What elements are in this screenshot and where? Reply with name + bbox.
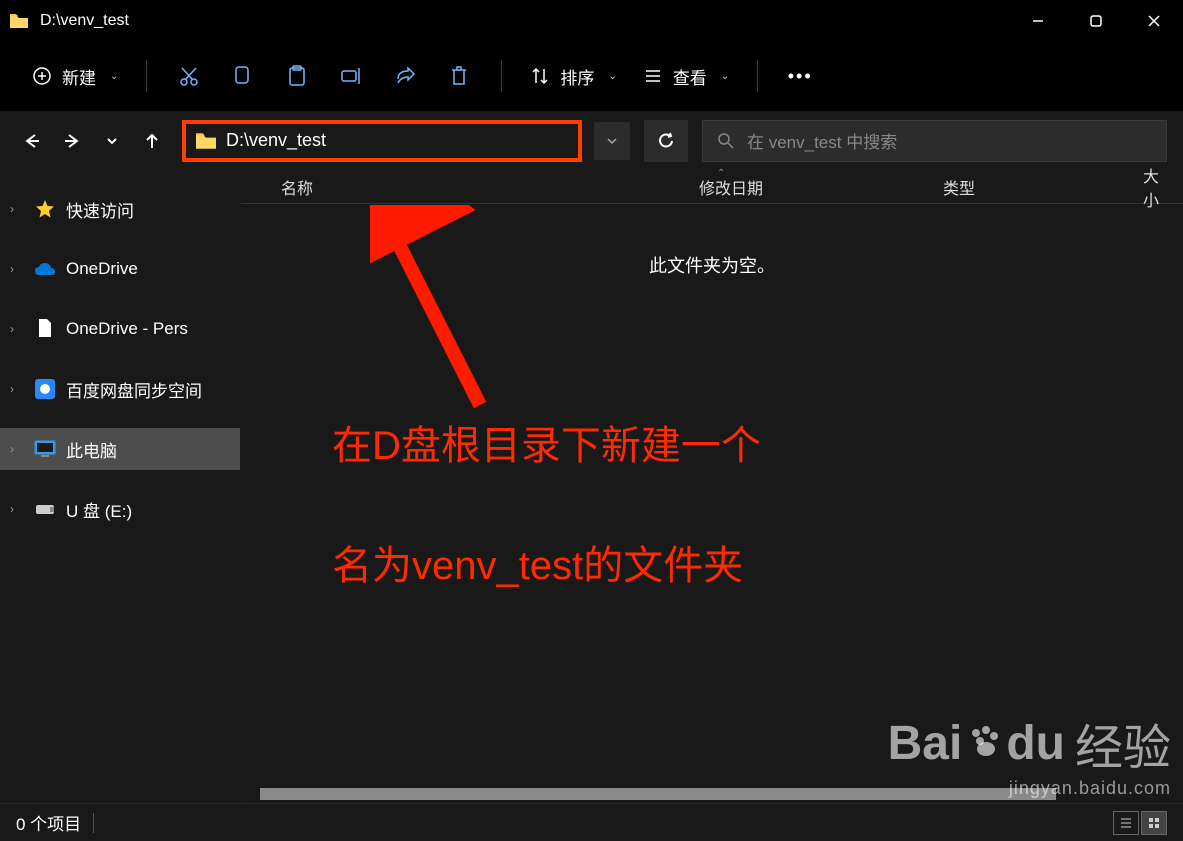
delete-button[interactable] <box>435 56 483 96</box>
chevron-down-icon: ⌄ <box>721 71 729 82</box>
sidebar: › 快速访问 › OneDrive › OneDrive - Pers › 百度… <box>0 170 240 803</box>
sidebar-label: U 盘 (E:) <box>66 497 132 522</box>
copy-icon <box>233 65 253 87</box>
paste-button[interactable] <box>273 56 321 96</box>
clipboard-icon <box>287 65 307 87</box>
file-icon <box>34 318 56 340</box>
address-text: D:\venv_test <box>226 130 326 151</box>
empty-folder-message: 此文件夹为空。 <box>241 252 1183 278</box>
annotation-line1: 在D盘根目录下新建一个 <box>332 420 761 472</box>
divider <box>93 813 94 833</box>
scrollbar-thumb[interactable] <box>260 788 1056 800</box>
column-type[interactable]: 类型 <box>923 175 1123 199</box>
refresh-button[interactable] <box>644 120 688 162</box>
sidebar-label: 此电脑 <box>66 437 117 462</box>
baidudisk-icon <box>34 378 56 400</box>
column-name[interactable]: 名称 <box>241 175 679 199</box>
sort-label: 排序 <box>560 64 594 89</box>
up-button[interactable] <box>134 121 170 161</box>
window-controls <box>1009 0 1183 42</box>
titlebar-title: D:\venv_test <box>40 12 1009 30</box>
divider <box>501 60 502 92</box>
column-headers: 名称 ⌃ 修改日期 类型 大小 <box>241 170 1183 204</box>
forward-button[interactable] <box>54 121 90 161</box>
sidebar-item-quickaccess[interactable]: › 快速访问 <box>0 188 240 230</box>
sidebar-item-onedrive-personal[interactable]: › OneDrive - Pers <box>0 308 240 350</box>
copy-button[interactable] <box>219 56 267 96</box>
view-button[interactable]: 查看 ⌄ <box>633 58 739 95</box>
titlebar: D:\venv_test <box>0 0 1183 42</box>
trash-icon <box>449 65 469 87</box>
thumbnails-view-button[interactable] <box>1141 811 1167 835</box>
horizontal-scrollbar[interactable] <box>258 785 1183 803</box>
folder-icon <box>10 14 28 28</box>
search-box[interactable]: 在 venv_test 中搜索 <box>702 120 1167 162</box>
chevron-right-icon: › <box>10 322 24 336</box>
back-button[interactable] <box>14 121 50 161</box>
address-dropdown[interactable] <box>594 122 630 160</box>
chevron-right-icon: › <box>10 502 24 516</box>
pc-icon <box>34 438 56 460</box>
usb-icon <box>34 498 56 520</box>
sidebar-item-baidudisk[interactable]: › 百度网盘同步空间 <box>0 368 240 410</box>
sort-icon <box>530 66 550 86</box>
plus-circle-icon <box>32 66 52 86</box>
sidebar-label: 快速访问 <box>66 197 134 222</box>
new-button-label: 新建 <box>62 64 96 89</box>
scissors-icon <box>178 65 200 87</box>
toolbar: 新建 ⌄ 排序 ⌄ 查看 ⌄ ••• <box>0 42 1183 110</box>
view-label: 查看 <box>673 64 707 89</box>
share-icon <box>394 65 416 87</box>
maximize-button[interactable] <box>1067 0 1125 42</box>
share-button[interactable] <box>381 56 429 96</box>
cut-button[interactable] <box>165 56 213 96</box>
chevron-down-icon: ⌄ <box>608 71 616 82</box>
address-bar[interactable]: D:\venv_test <box>182 120 582 162</box>
annotation-line2: 名为venv_test的文件夹 <box>332 540 743 592</box>
content: › 快速访问 › OneDrive › OneDrive - Pers › 百度… <box>0 170 1183 803</box>
view-icon <box>643 66 663 86</box>
search-icon <box>717 132 735 150</box>
item-count: 0 个项目 <box>16 810 81 835</box>
sidebar-label: OneDrive - Pers <box>66 319 188 339</box>
close-button[interactable] <box>1125 0 1183 42</box>
folder-icon <box>196 133 216 149</box>
main-panel: 名称 ⌃ 修改日期 类型 大小 此文件夹为空。 <box>240 170 1183 803</box>
details-view-button[interactable] <box>1113 811 1139 835</box>
chevron-down-icon: ⌄ <box>110 71 118 82</box>
chevron-right-icon: › <box>10 262 24 276</box>
more-button[interactable]: ••• <box>776 66 824 87</box>
statusbar: 0 个项目 <box>0 803 1183 841</box>
chevron-right-icon: › <box>10 442 24 456</box>
sidebar-item-usb[interactable]: › U 盘 (E:) <box>0 488 240 530</box>
sort-indicator-icon: ⌃ <box>717 168 725 179</box>
star-icon <box>34 198 56 220</box>
sort-button[interactable]: 排序 ⌄ <box>520 58 626 95</box>
column-modified[interactable]: 修改日期 <box>679 175 923 199</box>
divider <box>146 60 147 92</box>
cloud-icon <box>34 258 56 280</box>
sidebar-label: OneDrive <box>66 259 138 279</box>
column-size[interactable]: 大小 <box>1123 163 1183 211</box>
sidebar-label: 百度网盘同步空间 <box>66 377 202 402</box>
rename-button[interactable] <box>327 56 375 96</box>
rename-icon <box>340 65 362 87</box>
minimize-button[interactable] <box>1009 0 1067 42</box>
sidebar-item-onedrive[interactable]: › OneDrive <box>0 248 240 290</box>
new-button[interactable]: 新建 ⌄ <box>22 58 128 95</box>
chevron-right-icon: › <box>10 382 24 396</box>
chevron-right-icon: › <box>10 202 24 216</box>
sidebar-item-thispc[interactable]: › 此电脑 <box>0 428 240 470</box>
divider <box>757 60 758 92</box>
navbar: D:\venv_test 在 venv_test 中搜索 <box>0 110 1183 170</box>
recent-button[interactable] <box>94 121 130 161</box>
search-placeholder: 在 venv_test 中搜索 <box>747 128 897 153</box>
